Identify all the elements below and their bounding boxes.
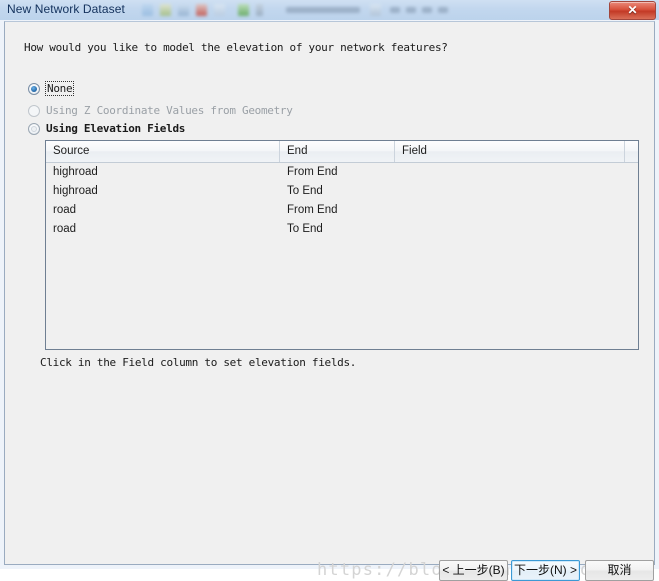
cell-source: road (53, 204, 77, 216)
cell-field[interactable] (395, 201, 625, 220)
close-icon[interactable]: ✕ (609, 1, 656, 20)
column-header-source[interactable]: Source (46, 141, 280, 162)
cancel-button[interactable]: 取消 (585, 560, 654, 581)
cell-end: From End (287, 166, 338, 178)
table-row[interactable]: highroad From End (46, 163, 638, 182)
cell-end: From End (287, 204, 338, 216)
cell-field[interactable] (395, 182, 625, 201)
cell-source: highroad (53, 166, 98, 178)
elevation-fields-table[interactable]: Source End Field highroad From End highr… (45, 140, 639, 350)
column-header-end[interactable]: End (280, 141, 395, 162)
back-button[interactable]: < 上一步(B) (439, 560, 508, 581)
radio-label-elevation-fields: Using Elevation Fields (46, 122, 186, 135)
table-row[interactable]: highroad To End (46, 182, 638, 201)
new-network-dataset-dialog: New Network Dataset ✕ How would you like… (0, 0, 659, 581)
field-column-hint: Click in the Field column to set elevati… (40, 356, 357, 369)
radio-option-none[interactable]: None (28, 81, 75, 96)
radio-icon-elevation-fields[interactable] (28, 122, 40, 135)
cell-source: road (53, 223, 77, 235)
background-toolbar (138, 1, 518, 19)
next-button[interactable]: 下一步(N) > (511, 560, 580, 581)
title-bar: New Network Dataset ✕ (0, 0, 659, 20)
radio-label-z-coordinate: Using Z Coordinate Values from Geometry (46, 104, 293, 117)
dialog-body: How would you like to model the elevatio… (4, 21, 655, 581)
column-header-field[interactable]: Field (395, 141, 625, 162)
window-title: New Network Dataset (7, 2, 125, 16)
radio-icon-z-coordinate (28, 104, 40, 117)
cell-field[interactable] (395, 220, 625, 239)
table-header-row: Source End Field (46, 141, 638, 163)
column-header-spacer (625, 141, 638, 162)
radio-option-elevation-fields[interactable]: Using Elevation Fields (28, 121, 185, 136)
table-row[interactable]: road To End (46, 220, 638, 239)
radio-icon-none[interactable] (28, 82, 40, 95)
cell-end: To End (287, 223, 323, 235)
page-title: How would you like to model the elevatio… (24, 41, 448, 54)
radio-label-none: None (44, 81, 75, 96)
cell-source: highroad (53, 185, 98, 197)
table-row[interactable]: road From End (46, 201, 638, 220)
cell-field[interactable] (395, 163, 625, 182)
radio-option-z-coordinate: Using Z Coordinate Values from Geometry (28, 103, 293, 118)
cell-end: To End (287, 185, 323, 197)
table-body: highroad From End highroad To End road F… (46, 163, 638, 349)
